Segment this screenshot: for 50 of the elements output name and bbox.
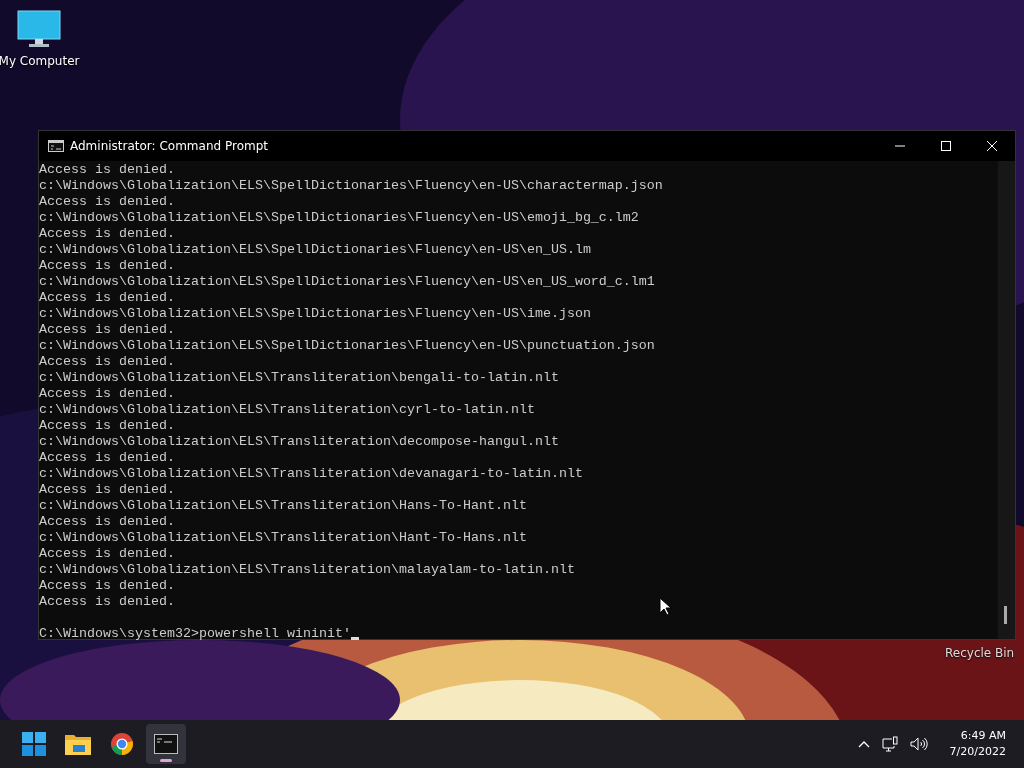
clock-time[interactable]: 6:49 AM [960,728,1006,744]
console-icon [48,140,64,152]
console-line: c:\Windows\Globalization\ELS\Transliteration\bengali-to-latin.nlt [39,370,559,386]
close-icon [986,140,998,152]
console-line: Access is denied. [39,594,175,610]
clock-date[interactable]: 7/20/2022 [949,744,1006,760]
icon-label[interactable]: Recycle Bin [945,646,1015,660]
console-line: Access is denied. [39,162,175,178]
browser-icon[interactable] [110,732,134,756]
console-line: c:\Windows\Globalization\ELS\SpellDictionaries\Fluency\en-US\ime.json [39,306,591,322]
maximize-icon [940,140,952,152]
network-icon[interactable] [881,736,898,752]
windows-logo-icon[interactable] [22,732,46,756]
console-line: c:\Windows\Globalization\ELS\SpellDictionaries\Fluency\en-US\emoji_bg_c.lm2 [39,210,639,226]
window-title: Administrator: Command Prompt [70,139,268,153]
console-line: c:\Windows\Globalization\ELS\SpellDictionaries\Fluency\en-US\charactermap.json [39,178,663,194]
console-line: Access is denied. [39,258,175,274]
active-indicator [160,759,172,762]
text-cursor [350,637,359,640]
console-line: Access is denied. [39,354,175,370]
console-line: c:\Windows\Globalization\ELS\Transliteration\cyrl-to-latin.nlt [39,402,535,418]
taskbar-button[interactable] [146,724,186,764]
console-line: c:\Windows\Globalization\ELS\Transliteration\Hant-To-Hans.nlt [39,530,527,546]
mouse-pointer-icon [659,597,671,616]
console-line: c:\Windows\Globalization\ELS\Transliteration\devanagari-to-latin.nlt [39,466,583,482]
folder-icon[interactable] [65,733,91,755]
console-line: c:\Windows\Globalization\ELS\Transliteration\malayalam-to-latin.nlt [39,562,575,578]
terminal-icon[interactable] [154,734,178,754]
console-line: Access is denied. [39,450,175,466]
console-line: Access is denied. [39,386,175,402]
console-line: Access is denied. [39,578,175,594]
console-line: Access is denied. [39,418,175,434]
console-line: Access is denied. [39,514,175,530]
monitor-icon[interactable] [17,10,61,48]
console-line: c:\Windows\Globalization\ELS\Transliteration\decompose-hangul.nlt [39,434,559,450]
console-line: Access is denied. [39,194,175,210]
console-line: c:\Windows\Globalization\ELS\SpellDictionaries\Fluency\en-US\punctuation.json [39,338,655,354]
speaker-icon[interactable] [909,737,928,751]
chevron-up-icon[interactable] [857,740,870,748]
command-prompt: C:\Windows\system32>powershell wininit' [39,626,351,642]
console-line: Access is denied. [39,546,175,562]
console-line: Access is denied. [39,482,175,498]
console-line: Access is denied. [39,226,175,242]
console-line: c:\Windows\Globalization\ELS\SpellDictionaries\Fluency\en-US\en_US_word_c.lm1 [39,274,655,290]
console-line: c:\Windows\Globalization\ELS\SpellDictionaries\Fluency\en-US\en_US.lm [39,242,591,258]
scrollbar-thumb[interactable] [1004,606,1007,624]
icon-label[interactable]: My Computer [0,54,80,68]
console-line: c:\Windows\Globalization\ELS\Transliteration\Hans-To-Hant.nlt [39,498,527,514]
console-line: Access is denied. [39,290,175,306]
console-line: Access is denied. [39,322,175,338]
